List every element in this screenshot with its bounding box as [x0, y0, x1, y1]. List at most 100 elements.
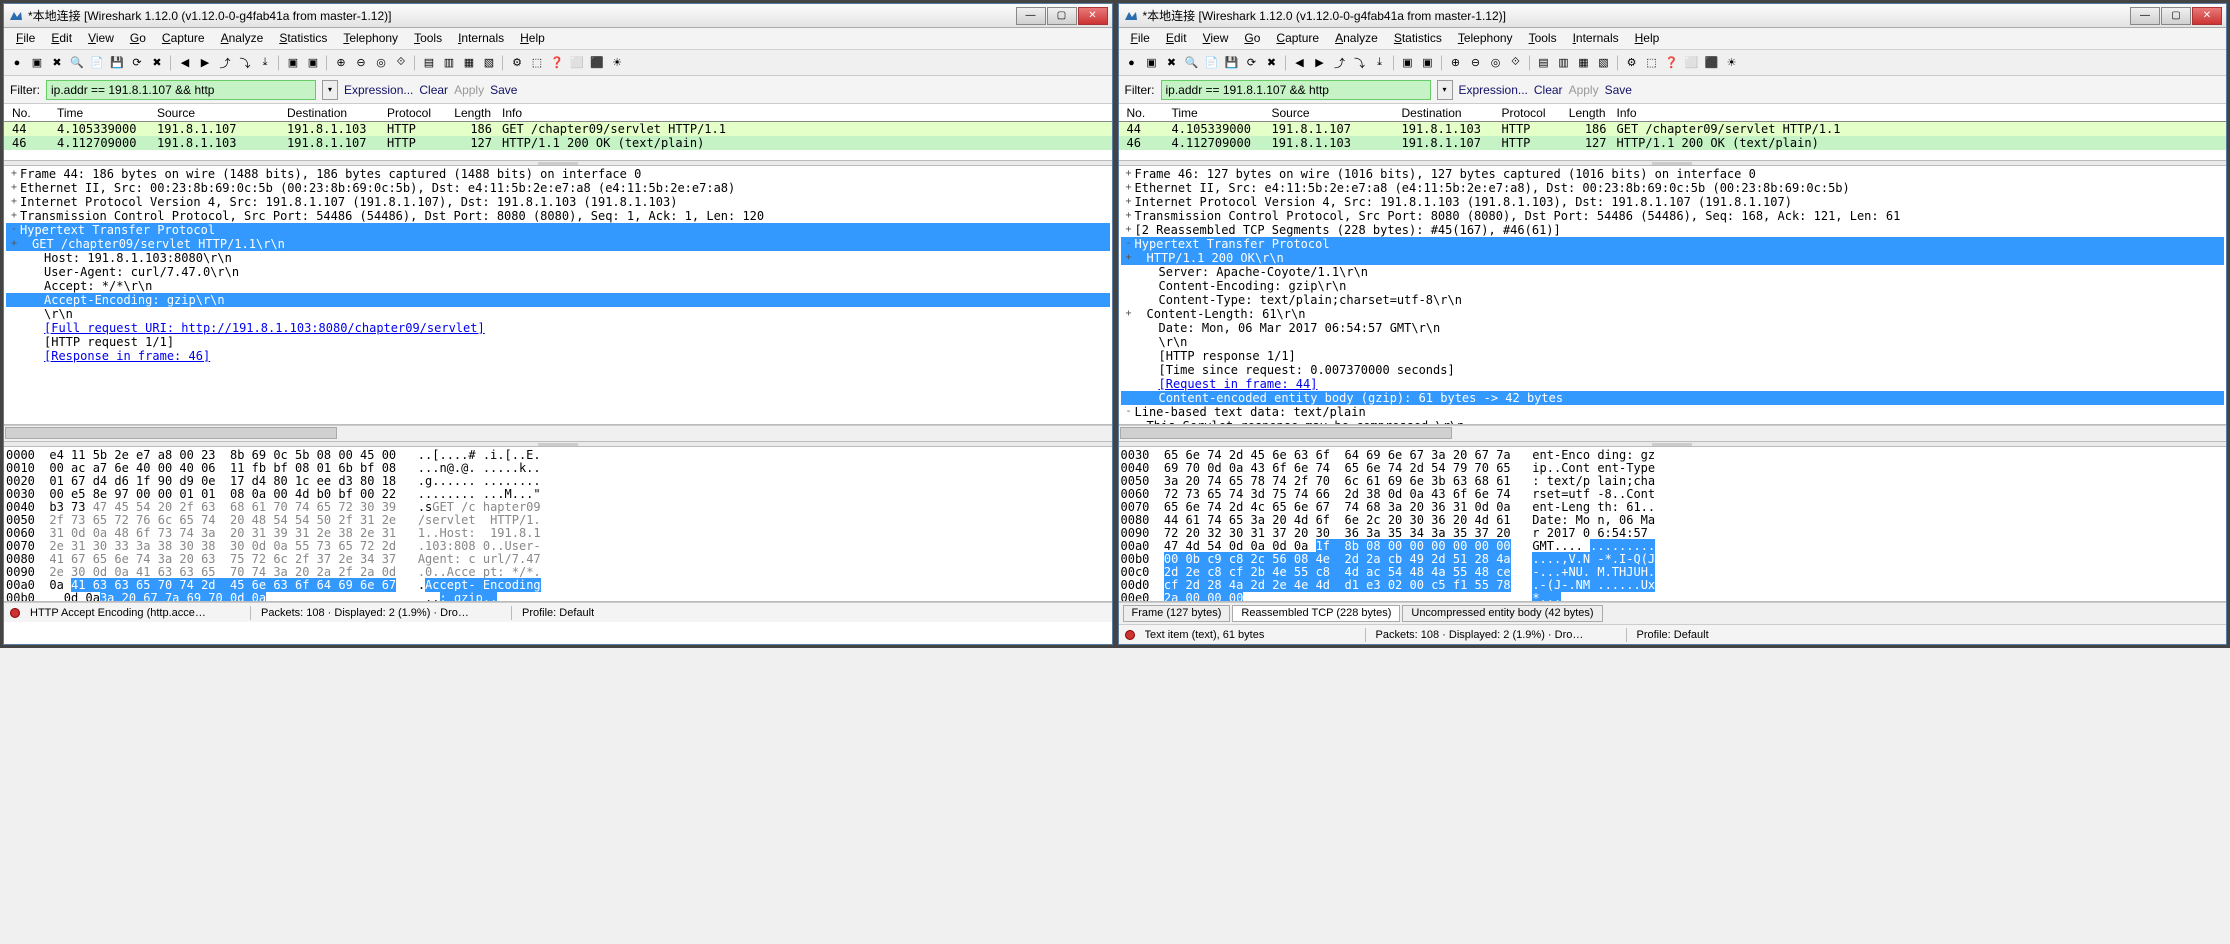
menu-tools[interactable]: Tools — [406, 30, 450, 47]
menu-telephony[interactable]: Telephony — [335, 30, 406, 47]
packet-list[interactable]: 444.105339000191.8.1.107191.8.1.103HTTP1… — [1119, 122, 2227, 160]
toolbar-button[interactable]: ⬚ — [528, 54, 546, 72]
toolbar-button[interactable]: ⟐ — [1507, 54, 1525, 72]
toolbar-button[interactable]: ▧ — [480, 54, 498, 72]
toolbar-button[interactable]: ⊕ — [1447, 54, 1465, 72]
toolbar-button[interactable]: ▥ — [1555, 54, 1573, 72]
filter-save[interactable]: Save — [490, 83, 517, 97]
tree-row[interactable]: +Frame 44: 186 bytes on wire (1488 bits)… — [6, 167, 1110, 181]
toolbar-button[interactable]: ☀ — [1723, 54, 1741, 72]
hex-tab[interactable]: Reassembled TCP (228 bytes) — [1232, 605, 1400, 622]
tree-row[interactable]: Accept-Encoding: gzip\r\n — [6, 293, 1110, 307]
tree-row[interactable]: +Internet Protocol Version 4, Src: 191.8… — [6, 195, 1110, 209]
toolbar-button[interactable]: ⤵ — [236, 54, 254, 72]
toolbar-button[interactable]: ❓ — [548, 54, 566, 72]
menu-view[interactable]: View — [80, 30, 122, 47]
expert-info-icon[interactable] — [10, 608, 20, 618]
col-header[interactable]: Source — [153, 106, 283, 119]
filter-dropdown[interactable]: ▾ — [1437, 80, 1453, 100]
toolbar-button[interactable]: ◀ — [1291, 54, 1309, 72]
tree-row[interactable]: -Line-based text data: text/plain — [1121, 405, 2225, 419]
toolbar-button[interactable]: ⤵ — [1351, 54, 1369, 72]
tree-row[interactable]: [Response in frame: 46] — [6, 349, 1110, 363]
menu-go[interactable]: Go — [122, 30, 154, 47]
tree-row[interactable]: [Request in frame: 44] — [1121, 377, 2225, 391]
menu-file[interactable]: File — [8, 30, 43, 47]
packet-row[interactable]: 464.112709000191.8.1.103191.8.1.107HTTP1… — [4, 136, 1112, 150]
toolbar-button[interactable]: ● — [1123, 54, 1141, 72]
splitter[interactable] — [4, 160, 1112, 166]
toolbar-button[interactable]: ▣ — [1399, 54, 1417, 72]
col-header[interactable]: Source — [1268, 106, 1398, 119]
filter-input[interactable] — [46, 80, 316, 100]
tree-row[interactable]: Date: Mon, 06 Mar 2017 06:54:57 GMT\r\n — [1121, 321, 2225, 335]
tree-row[interactable]: -Hypertext Transfer Protocol — [6, 223, 1110, 237]
maximize-button[interactable]: ▢ — [1047, 7, 1077, 25]
menu-file[interactable]: File — [1123, 30, 1158, 47]
toolbar-button[interactable]: ◎ — [372, 54, 390, 72]
toolbar-button[interactable]: ▣ — [28, 54, 46, 72]
expand-icon[interactable]: + — [8, 167, 20, 181]
splitter[interactable] — [4, 441, 1112, 447]
toolbar-button[interactable]: ◀ — [176, 54, 194, 72]
toolbar-button[interactable]: ✖ — [48, 54, 66, 72]
filter-dropdown[interactable]: ▾ — [322, 80, 338, 100]
menu-capture[interactable]: Capture — [154, 30, 213, 47]
menu-help[interactable]: Help — [512, 30, 553, 47]
col-header[interactable]: Destination — [283, 106, 383, 119]
expand-icon[interactable]: + — [8, 181, 20, 195]
expand-icon[interactable]: + — [1123, 181, 1135, 195]
close-button[interactable]: ✕ — [2192, 7, 2222, 25]
toolbar-button[interactable]: 📄 — [1203, 54, 1221, 72]
packet-row[interactable]: 444.105339000191.8.1.107191.8.1.103HTTP1… — [4, 122, 1112, 136]
toolbar-button[interactable]: ▥ — [440, 54, 458, 72]
toolbar-button[interactable]: ⚙ — [1623, 54, 1641, 72]
tree-row[interactable]: +Ethernet II, Src: e4:11:5b:2e:e7:a8 (e4… — [1121, 181, 2225, 195]
tree-link[interactable]: [Request in frame: 44] — [1159, 377, 1318, 391]
hex-pane[interactable]: 0000 e4 11 5b 2e e7 a8 00 23 8b 69 0c 5b… — [4, 447, 1112, 602]
menu-go[interactable]: Go — [1236, 30, 1268, 47]
tree-row[interactable]: +[2 Reassembled TCP Segments (228 bytes)… — [1121, 223, 2225, 237]
tree-pane[interactable]: +Frame 46: 127 bytes on wire (1016 bits)… — [1119, 166, 2227, 425]
minimize-button[interactable]: — — [2130, 7, 2160, 25]
maximize-button[interactable]: ▢ — [2161, 7, 2191, 25]
tree-row[interactable]: +HTTP/1.1 200 OK\r\n — [1121, 251, 2225, 265]
tree-row[interactable]: +Transmission Control Protocol, Src Port… — [6, 209, 1110, 223]
toolbar-button[interactable]: ✖ — [1163, 54, 1181, 72]
col-header[interactable]: Protocol — [1498, 106, 1563, 119]
tree-row[interactable]: [HTTP request 1/1] — [6, 335, 1110, 349]
toolbar-button[interactable]: ⬛ — [588, 54, 606, 72]
expand-icon[interactable]: + — [8, 209, 20, 223]
toolbar-button[interactable]: ⤴ — [1331, 54, 1349, 72]
tree-row[interactable]: User-Agent: curl/7.47.0\r\n — [6, 265, 1110, 279]
toolbar-button[interactable]: ▣ — [284, 54, 302, 72]
menu-view[interactable]: View — [1195, 30, 1237, 47]
menu-edit[interactable]: Edit — [1158, 30, 1195, 47]
minimize-button[interactable]: — — [1016, 7, 1046, 25]
hex-pane[interactable]: 0030 65 6e 74 2d 45 6e 63 6f 64 69 6e 67… — [1119, 447, 2227, 602]
menu-internals[interactable]: Internals — [450, 30, 512, 47]
expand-icon[interactable]: + — [1123, 209, 1135, 223]
toolbar-button[interactable]: ⬛ — [1703, 54, 1721, 72]
splitter[interactable] — [1119, 441, 2227, 447]
packet-row[interactable]: 464.112709000191.8.1.103191.8.1.107HTTP1… — [1119, 136, 2227, 150]
tree-row[interactable]: -Hypertext Transfer Protocol — [1121, 237, 2225, 251]
toolbar-button[interactable]: 💾 — [108, 54, 126, 72]
menu-tools[interactable]: Tools — [1521, 30, 1565, 47]
col-header[interactable]: Info — [498, 106, 1108, 119]
tree-row[interactable]: \r\n — [6, 307, 1110, 321]
tree-link[interactable]: [Full request URI: http://191.8.1.103:80… — [44, 321, 485, 335]
toolbar-button[interactable]: ⬜ — [1683, 54, 1701, 72]
tree-row[interactable]: [Full request URI: http://191.8.1.103:80… — [6, 321, 1110, 335]
toolbar-button[interactable]: ⤓ — [256, 54, 274, 72]
tree-row[interactable]: \r\n — [1121, 335, 2225, 349]
tree-row[interactable]: +Frame 46: 127 bytes on wire (1016 bits)… — [1121, 167, 2225, 181]
col-header[interactable]: No. — [8, 106, 53, 119]
tree-row[interactable]: Server: Apache-Coyote/1.1\r\n — [1121, 265, 2225, 279]
toolbar-button[interactable]: ● — [8, 54, 26, 72]
hex-tab[interactable]: Frame (127 bytes) — [1123, 605, 1231, 622]
toolbar-button[interactable]: ▣ — [1143, 54, 1161, 72]
toolbar-button[interactable]: ▶ — [196, 54, 214, 72]
toolbar-button[interactable]: ✖ — [1263, 54, 1281, 72]
tree-link[interactable]: [Response in frame: 46] — [44, 349, 210, 363]
